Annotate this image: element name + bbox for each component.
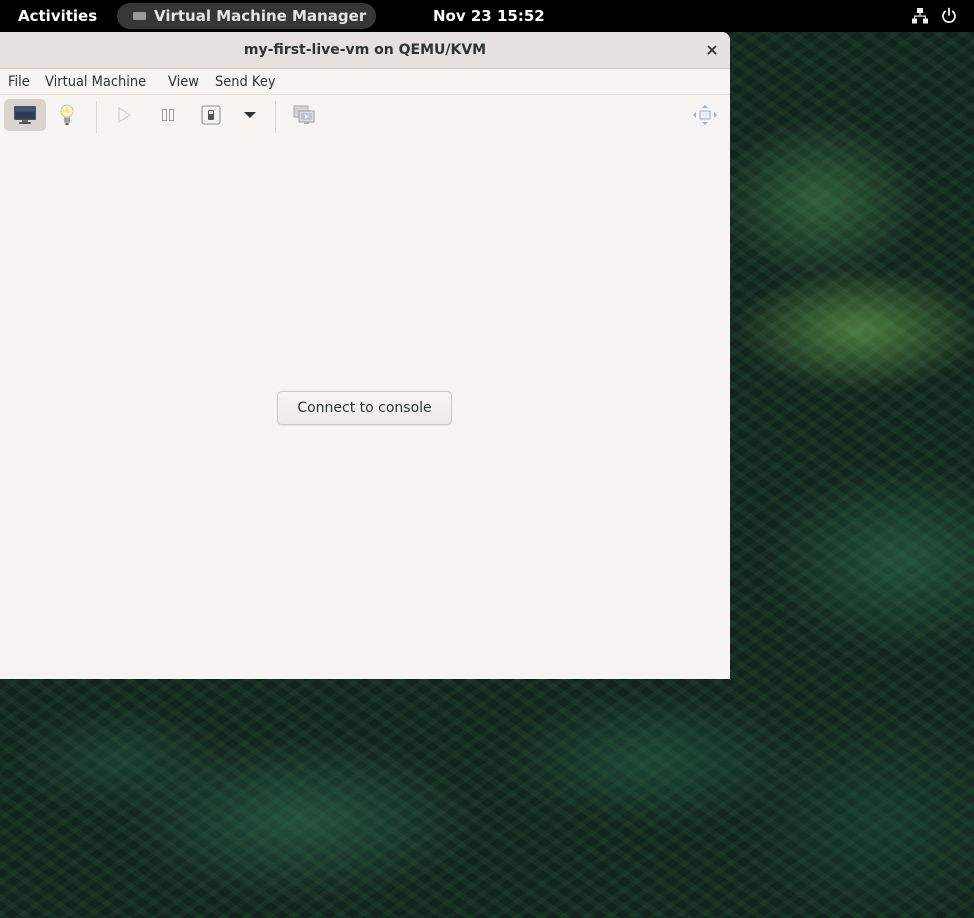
pause-icon [161, 108, 175, 122]
console-view-button[interactable] [4, 99, 46, 131]
shutdown-button[interactable] [190, 99, 232, 131]
fullscreen-button[interactable] [684, 99, 726, 131]
close-button[interactable] [700, 38, 724, 62]
details-lightbulb-icon [59, 104, 75, 126]
fullscreen-icon [692, 104, 718, 126]
vm-console-window: my-first-live-vm on QEMU/KVM File Virtua… [0, 32, 730, 679]
menu-virtual-machine[interactable]: Virtual Machine [45, 74, 146, 90]
snapshots-icon [293, 105, 315, 125]
snapshots-button[interactable] [283, 99, 325, 131]
console-area: Connect to console [0, 137, 730, 679]
connect-to-console-button[interactable]: Connect to console [277, 391, 452, 425]
run-play-icon [116, 106, 132, 124]
menu-file[interactable]: File [8, 74, 30, 90]
titlebar[interactable]: my-first-live-vm on QEMU/KVM [0, 32, 730, 69]
shutdown-menu-chevron-icon [244, 111, 256, 119]
menu-view[interactable]: View [168, 74, 199, 90]
toolbar-separator [275, 101, 276, 133]
toolbar [0, 95, 730, 137]
console-monitor-icon [13, 105, 37, 125]
run-button[interactable] [103, 99, 145, 131]
shutdown-menu-button[interactable] [229, 99, 271, 131]
clock[interactable]: Nov 23 15:52 [433, 7, 545, 25]
activities-button[interactable]: Activities [18, 7, 97, 25]
virt-manager-icon [133, 12, 146, 20]
top-bar: Activities Virtual Machine Manager Nov 2… [0, 0, 974, 32]
menu-send-key[interactable]: Send Key [215, 74, 276, 90]
pause-button[interactable] [147, 99, 189, 131]
details-view-button[interactable] [46, 99, 88, 131]
app-menu-label: Virtual Machine Manager [154, 7, 366, 25]
menu-bar: File Virtual Machine View Send Key [0, 69, 730, 95]
shutdown-switch-icon [201, 105, 221, 125]
network-wired-icon[interactable] [911, 7, 929, 25]
power-icon[interactable] [940, 7, 958, 25]
close-icon [707, 45, 717, 55]
window-title: my-first-live-vm on QEMU/KVM [244, 42, 486, 58]
app-menu-button[interactable]: Virtual Machine Manager [117, 3, 376, 29]
toolbar-separator [96, 101, 97, 133]
